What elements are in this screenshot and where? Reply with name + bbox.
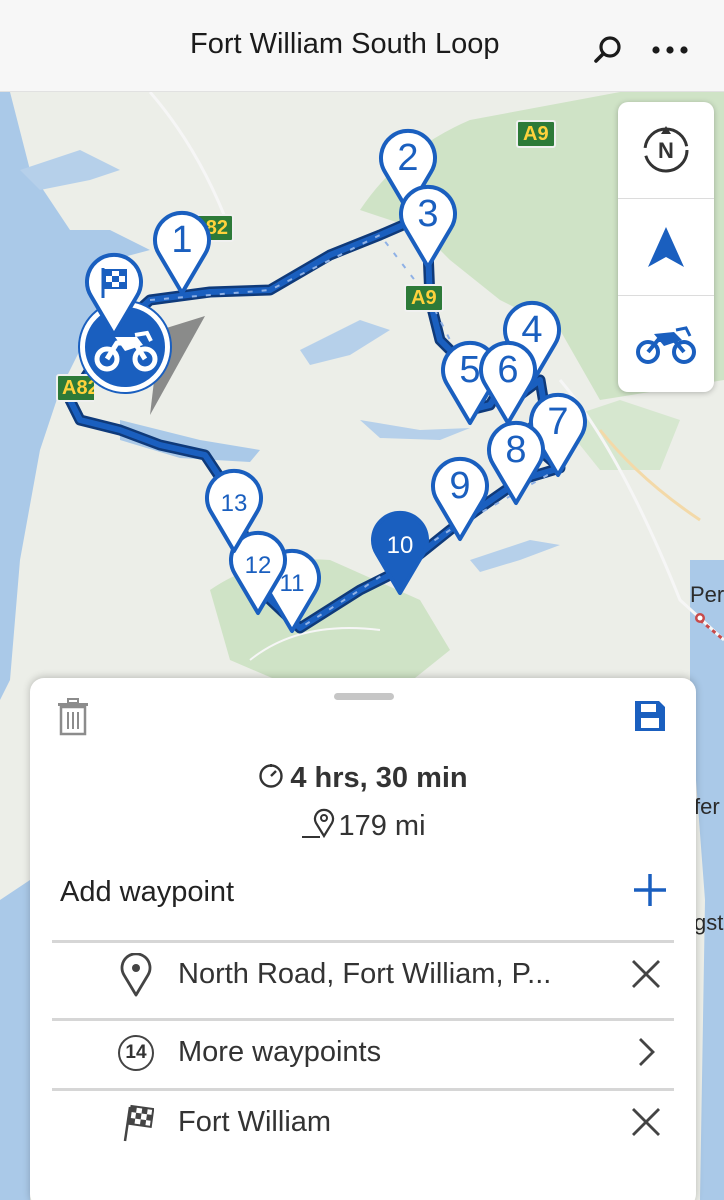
row-divider [52,1018,674,1021]
waypoint-pin-10[interactable]: 10 [370,510,430,596]
map-controls: N [618,102,714,392]
timer-icon [258,763,284,789]
waypoint-pin-number: 10 [386,532,414,559]
waypoint-pin-number: 8 [505,429,527,471]
finish-flag-pin[interactable] [84,252,144,338]
waypoint-pin-9[interactable]: 9 [430,456,490,542]
route-title: Fort William South Loop [190,28,500,60]
waypoint-pin-1[interactable]: 1 [152,210,212,296]
waypoint-pin-number: 3 [417,193,439,235]
navigate-button[interactable] [618,199,714,295]
search-icon[interactable] [588,30,628,70]
row-divider [52,940,674,943]
add-waypoint-label[interactable]: Add waypoint [60,876,234,909]
waypoint-pin-number: 1 [171,219,193,261]
waypoint-row-finish[interactable]: Fort William [52,1088,674,1156]
checkered-flag-icon [116,1100,156,1146]
waypoint-pin-number: 2 [397,137,419,179]
more-options-icon[interactable] [648,30,692,70]
waypoint-row-more[interactable]: 14 More waypoints [52,1018,674,1086]
compass-button[interactable]: N [618,102,714,198]
app-header: Fort William South Loop [0,0,724,92]
motorbike-icon [636,326,696,364]
sheet-drag-handle[interactable] [334,693,394,700]
duration-text: 4 hrs, 30 min [290,762,468,794]
trash-icon[interactable] [56,698,90,736]
waypoint-row-start[interactable]: North Road, Fort William, P... [52,940,674,1008]
town-fragment-fer: fer [694,794,720,819]
chevron-right-icon[interactable] [628,1034,664,1070]
svg-text:N: N [658,138,674,163]
distance-pin-icon [300,806,336,840]
waypoint-label: More waypoints [178,1036,382,1068]
navigation-arrow-icon [648,227,684,267]
waypoint-label: Fort William [178,1106,332,1138]
compass-north-icon: N [643,126,689,173]
close-icon[interactable] [628,956,664,992]
row-divider [52,1088,674,1091]
waypoint-label: North Road, Fort William, P... [178,958,552,990]
close-icon[interactable] [628,1104,664,1140]
distance-text: 179 mi [338,810,426,842]
location-pin-icon [116,952,156,998]
town-fragment-gst: gst [694,910,724,935]
road-label-a9-south: A9 [404,284,444,312]
waypoint-pin-number: 9 [449,465,471,507]
route-sheet: 4 hrs, 30 min 179 mi Add waypoint North … [30,678,696,1200]
road-label-a9-north: A9 [516,120,556,148]
save-icon[interactable] [632,698,668,734]
waypoint-pin-8[interactable]: 8 [486,420,546,506]
waypoint-pin-13[interactable]: 13 [204,468,264,554]
count-badge-icon: 14 [116,1030,156,1076]
town-label-perth: Per [690,582,724,607]
vehicle-button[interactable] [618,296,714,392]
route-distance: 179 mi [30,806,696,843]
waypoint-count-badge: 14 [118,1035,154,1071]
waypoint-pin-number: 6 [497,349,519,391]
route-duration: 4 hrs, 30 min [30,762,696,795]
waypoint-pin-3[interactable]: 3 [398,184,458,270]
waypoint-pin-number: 13 [220,490,248,517]
add-waypoint-plus-icon[interactable] [630,870,670,910]
